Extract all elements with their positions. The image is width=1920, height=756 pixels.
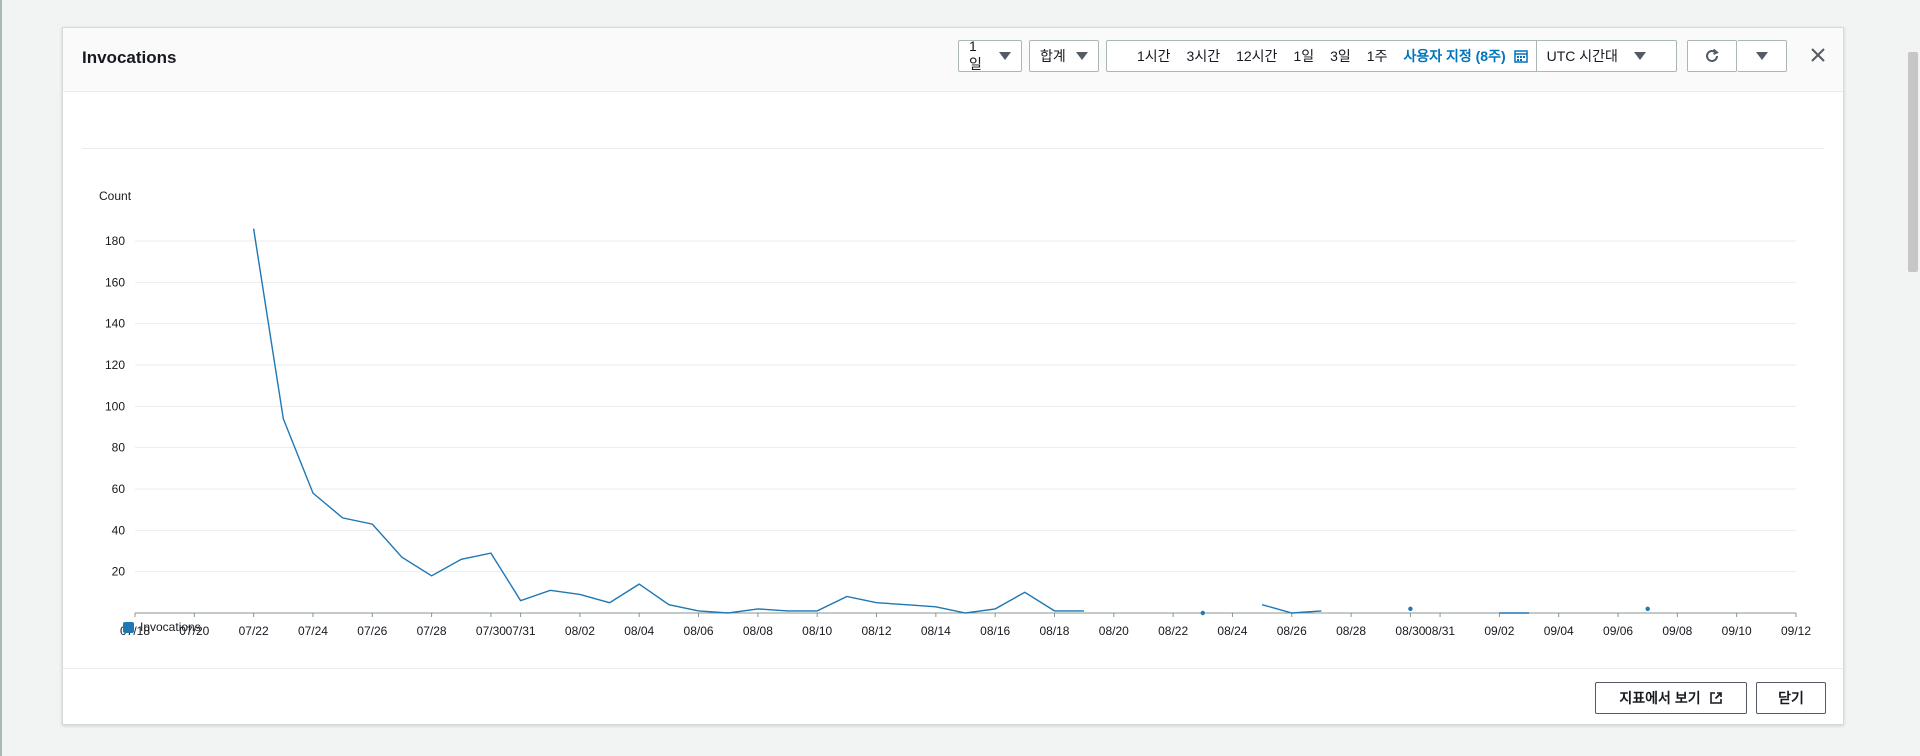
time-range-3d[interactable]: 3일 xyxy=(1330,46,1351,66)
statistic-select-value: 합계 xyxy=(1040,48,1066,64)
y-tick-label: 60 xyxy=(112,482,126,496)
calendar-icon[interactable] xyxy=(1513,49,1528,63)
x-tick-label: 08/06 xyxy=(684,624,714,638)
x-tick-label: 09/08 xyxy=(1662,624,1692,638)
x-tick-label: 07/28 xyxy=(417,624,447,638)
data-point xyxy=(1645,606,1650,612)
x-tick-label: 08/24 xyxy=(1217,624,1247,638)
period-select[interactable]: 1일 xyxy=(958,38,1022,72)
x-tick-label: 08/02 xyxy=(565,624,595,638)
series-line-invocations xyxy=(252,228,1085,614)
page-scrollbar[interactable] xyxy=(1906,0,1920,756)
x-tick-label: 08/30 xyxy=(1395,624,1425,638)
y-tick-label: 100 xyxy=(105,399,125,413)
x-tick-label: 07/30 xyxy=(476,624,506,638)
refresh-options-button[interactable] xyxy=(1737,40,1787,72)
x-tick-label: 08/14 xyxy=(921,624,951,638)
modal-header: Invocations 1일 합계 1시간 3시간 12시간 1일 3일 1주 … xyxy=(63,28,1843,92)
x-tick-label: 09/12 xyxy=(1781,624,1811,638)
view-in-metrics-label: 지표에서 보기 xyxy=(1619,690,1701,706)
y-tick-label: 160 xyxy=(105,275,125,289)
data-point xyxy=(1408,606,1413,612)
x-tick-label: 08/28 xyxy=(1336,624,1366,638)
content-divider xyxy=(82,148,1824,149)
x-tick-label: 08/12 xyxy=(862,624,892,638)
close-icon xyxy=(1811,48,1825,62)
y-tick-label: 140 xyxy=(105,317,125,331)
close-footer-button[interactable]: 닫기 xyxy=(1756,682,1826,714)
modal-title: Invocations xyxy=(82,48,177,67)
x-tick-label: 08/16 xyxy=(980,624,1010,638)
x-tick-label: 08/08 xyxy=(743,624,773,638)
x-tick-label: 08/26 xyxy=(1277,624,1307,638)
y-tick-label: 120 xyxy=(105,358,125,372)
metric-modal: Invocations 1일 합계 1시간 3시간 12시간 1일 3일 1주 … xyxy=(62,27,1844,725)
refresh-button[interactable] xyxy=(1687,40,1737,72)
close-button[interactable] xyxy=(1805,42,1831,68)
x-tick-label: 08/18 xyxy=(1039,624,1069,638)
y-axis-title: Count xyxy=(99,189,132,203)
x-tick-label: 08/22 xyxy=(1158,624,1188,638)
timezone-select-value: UTC 시간대 xyxy=(1546,48,1618,64)
x-tick-label: 07/26 xyxy=(357,624,387,638)
x-tick-label: 09/04 xyxy=(1544,624,1574,638)
series-line-invocations xyxy=(1261,604,1322,614)
caret-down-icon xyxy=(1755,52,1768,60)
x-tick-label: 07/31 xyxy=(506,624,536,638)
time-range-12h[interactable]: 12시간 xyxy=(1236,46,1277,66)
y-tick-label: 40 xyxy=(112,523,126,537)
time-range-selector: 1시간 3시간 12시간 1일 3일 1주 사용자 지정 (8주) UTC 시간 xyxy=(1106,40,1677,72)
page-scrollbar-thumb[interactable] xyxy=(1908,52,1918,272)
time-range-1h[interactable]: 1시간 xyxy=(1137,46,1171,66)
invocations-line-chart: Count2040608010012014016018007/18 07/20 07… xyxy=(99,189,1811,638)
time-range-1w[interactable]: 1주 xyxy=(1367,46,1388,66)
refresh-icon xyxy=(1706,48,1719,62)
x-tick-label: 08/10 xyxy=(802,624,832,638)
external-link-icon xyxy=(1709,692,1722,704)
x-tick-label: 07/24 xyxy=(298,624,328,638)
x-tick-label: 08/31 xyxy=(1425,624,1455,638)
y-tick-label: 20 xyxy=(112,565,126,579)
footer-divider xyxy=(63,668,1843,669)
time-range-custom[interactable]: 사용자 지정 (8주) xyxy=(1403,46,1505,66)
y-tick-label: 80 xyxy=(112,441,126,455)
period-select-value: 1일 xyxy=(969,38,982,72)
chart-legend: Invocations xyxy=(123,620,201,634)
close-footer-label: 닫기 xyxy=(1778,690,1804,706)
x-tick-label: 09/02 xyxy=(1484,624,1514,638)
x-tick-label: 08/20 xyxy=(1099,624,1129,638)
time-range-1d[interactable]: 1일 xyxy=(1293,46,1314,66)
data-point xyxy=(1200,610,1205,616)
caret-down-icon xyxy=(1633,52,1646,60)
time-range-3h[interactable]: 3시간 xyxy=(1187,46,1221,66)
y-tick-label: 180 xyxy=(105,234,125,248)
x-tick-label: 09/10 xyxy=(1722,624,1752,638)
caret-down-icon xyxy=(1076,52,1088,60)
view-in-metrics-button[interactable]: 지표에서 보기 xyxy=(1595,682,1747,714)
x-tick-label: 07/22 xyxy=(239,624,269,638)
timezone-select[interactable]: UTC 시간대 xyxy=(1535,41,1656,71)
x-tick-label: 09/06 xyxy=(1603,624,1633,638)
legend-swatch xyxy=(123,621,134,633)
caret-down-icon xyxy=(999,52,1011,60)
statistic-select[interactable]: 합계 xyxy=(1029,40,1099,72)
window-left-edge xyxy=(0,0,2,756)
x-tick-label: 08/04 xyxy=(624,624,654,638)
legend-label[interactable]: Invocations xyxy=(140,620,201,634)
